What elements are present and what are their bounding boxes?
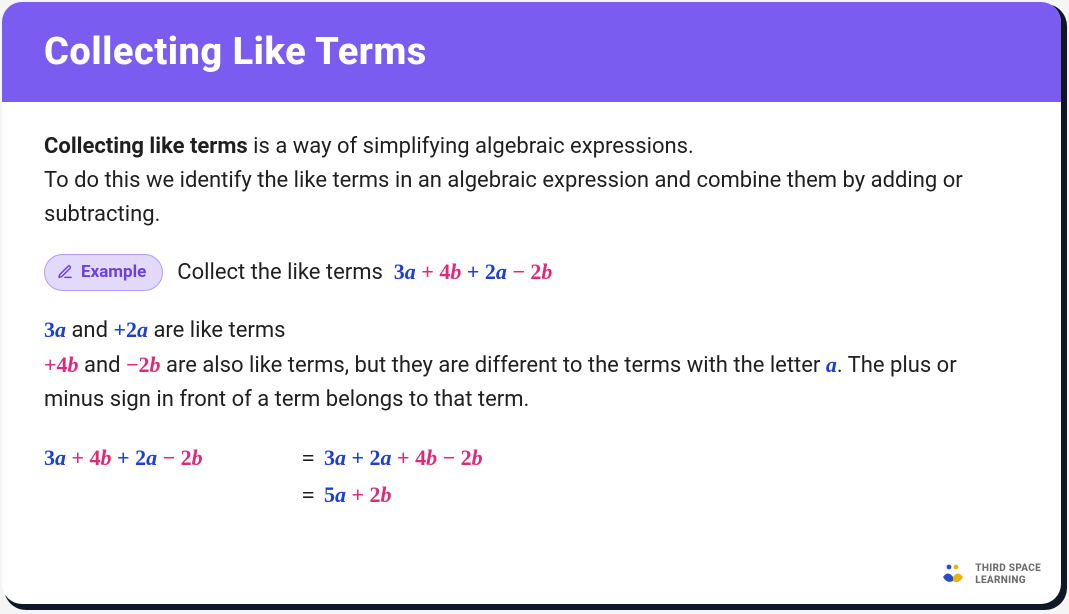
eq-var: a	[335, 445, 346, 470]
eq-coef: 2	[370, 445, 381, 470]
eq-var: a	[55, 445, 66, 470]
term-coef: +4	[44, 352, 68, 377]
eq-coef: 5	[324, 482, 335, 507]
example-row: Example Collect the like terms 3a + 4b +…	[44, 254, 1019, 290]
expr-coef: 2	[485, 259, 496, 284]
eq-op: +	[392, 445, 416, 470]
term-coef: +2	[113, 317, 137, 342]
eq-op: +	[346, 482, 370, 507]
expr-var: a	[405, 259, 416, 284]
explain-text: are also like terms, but they are differ…	[161, 353, 826, 378]
brand-line2: LEARNING	[975, 575, 1041, 587]
example-badge-label: Example	[81, 259, 146, 285]
eq-coef: 2	[370, 482, 381, 507]
term-var: b	[150, 352, 161, 377]
explain-text: and	[79, 353, 126, 378]
eq-var: b	[192, 445, 203, 470]
eq-coef: 2	[181, 445, 192, 470]
brand-icon	[939, 564, 967, 586]
example-expression: 3a + 4b + 2a − 2b	[394, 259, 553, 284]
eq-op: −	[157, 445, 181, 470]
card-title: Collecting Like Terms	[44, 30, 427, 74]
eq-op: +	[66, 445, 90, 470]
brand-line1: THIRD SPACE	[975, 563, 1041, 575]
explain-text: and	[66, 318, 113, 343]
term-var: a	[55, 317, 66, 342]
term-coef: 3	[44, 317, 55, 342]
intro-text: Collecting like terms is a way of simpli…	[44, 130, 1019, 232]
eq-coef: 3	[324, 445, 335, 470]
card-body: Collecting like terms is a way of simpli…	[2, 102, 1061, 542]
expr-var: b	[450, 259, 461, 284]
equation-rhs-1: 3a + 2a + 4b − 2b	[324, 439, 483, 476]
equation-row-1: 3a + 4b + 2a − 2b = 3a + 2a + 4b − 2b	[44, 439, 1019, 476]
equals-sign: =	[302, 439, 324, 476]
eq-var: a	[335, 482, 346, 507]
expr-var: a	[496, 259, 507, 284]
brand-logo: THIRD SPACE LEARNING	[939, 563, 1041, 586]
eq-coef: 2	[461, 445, 472, 470]
equation-row-2: = 5a + 2b	[44, 476, 1019, 513]
term-var: a	[826, 352, 837, 377]
intro-text2: To do this we identify the like terms in…	[44, 168, 963, 227]
equation-lhs-blank	[44, 476, 302, 513]
eq-var: b	[426, 445, 437, 470]
expr-coef: 3	[394, 259, 405, 284]
explanation: 3a and +2a are like terms +4b and −2b ar…	[44, 313, 1019, 417]
equals-sign: =	[302, 476, 324, 513]
term-var: b	[68, 352, 79, 377]
equation-lhs: 3a + 4b + 2a − 2b	[44, 439, 302, 476]
expr-op: +	[461, 259, 485, 284]
term-coef: −2	[126, 352, 150, 377]
eq-coef: 4	[90, 445, 101, 470]
intro-bold: Collecting like terms	[44, 134, 248, 159]
eq-coef: 3	[44, 445, 55, 470]
eq-coef: 2	[135, 445, 146, 470]
expr-op: +	[416, 259, 440, 284]
intro-text1: is a way of simplifying algebraic expres…	[248, 134, 694, 159]
expr-var: b	[541, 259, 552, 284]
eq-op: +	[112, 445, 136, 470]
example-prompt: Collect the like terms	[177, 260, 383, 285]
expr-coef: 4	[439, 259, 450, 284]
pencil-icon	[57, 264, 73, 280]
eq-op: +	[346, 445, 370, 470]
eq-var: a	[381, 445, 392, 470]
expr-op: −	[507, 259, 531, 284]
explain-text: are like terms	[148, 318, 286, 343]
eq-var: b	[101, 445, 112, 470]
lesson-card: Collecting Like Terms Collecting like te…	[2, 2, 1061, 604]
term-var: a	[137, 317, 148, 342]
eq-coef: 4	[415, 445, 426, 470]
example-text: Collect the like terms 3a + 4b + 2a − 2b	[177, 255, 552, 290]
eq-var: b	[472, 445, 483, 470]
example-badge: Example	[44, 254, 163, 290]
eq-var: b	[381, 482, 392, 507]
equation-block: 3a + 4b + 2a − 2b = 3a + 2a + 4b − 2b = …	[44, 439, 1019, 514]
eq-op: −	[437, 445, 461, 470]
card-header: Collecting Like Terms	[2, 2, 1061, 102]
brand-text: THIRD SPACE LEARNING	[975, 563, 1041, 586]
eq-var: a	[146, 445, 157, 470]
equation-rhs-2: 5a + 2b	[324, 476, 392, 513]
expr-coef: 2	[530, 259, 541, 284]
